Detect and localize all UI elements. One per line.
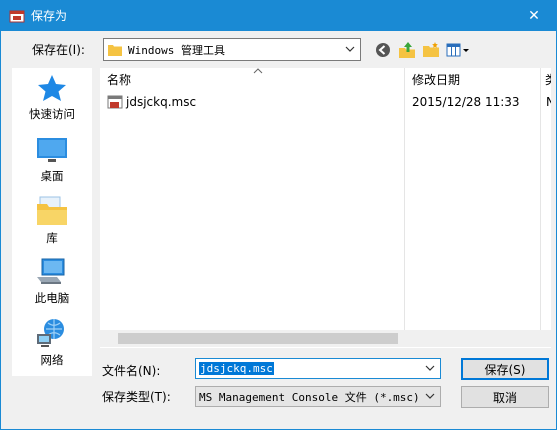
location-value: Windows 管理工具 (128, 43, 225, 57)
cancel-button-label: 取消 (492, 390, 517, 405)
save-button-label: 保存(S) (484, 362, 526, 377)
chevron-down-icon[interactable] (424, 362, 436, 374)
desktop-icon (37, 138, 67, 162)
library-icon (37, 196, 67, 225)
sidebar-item-label: 快速访问 (29, 107, 75, 121)
msc-app-icon (9, 10, 25, 22)
save-button[interactable]: 保存(S) (461, 358, 549, 380)
sidebar-item-label: 桌面 (40, 169, 64, 183)
new-folder-icon (423, 42, 439, 57)
sidebar-item-label: 此电脑 (34, 291, 70, 305)
view-menu-icon (446, 43, 469, 57)
sidebar-item-label: 网络 (40, 353, 64, 367)
sidebar-item-network[interactable]: 网络 (12, 318, 92, 374)
filetype-dropdown[interactable]: MS Management Console 文件 (*.msc) (195, 386, 441, 407)
sidebar-item-desktop[interactable]: 桌面 (12, 136, 92, 192)
scrollbar-thumb[interactable] (118, 333, 398, 344)
column-separator (540, 68, 541, 332)
column-header-type[interactable]: 类 (545, 68, 551, 90)
column-header-label: 名称 (107, 72, 132, 87)
column-header-label: 修改日期 (412, 72, 461, 87)
sidebar-item-this-pc[interactable]: 此电脑 (12, 258, 92, 314)
sidebar-item-label: 库 (46, 231, 58, 245)
back-icon (376, 43, 390, 57)
location-dropdown[interactable]: Windows 管理工具 (103, 38, 361, 61)
sort-ascending-icon (253, 68, 263, 74)
chevron-down-icon (345, 46, 355, 52)
this-pc-icon (37, 258, 65, 284)
back-button[interactable] (373, 40, 393, 60)
horizontal-scrollbar[interactable] (100, 330, 551, 347)
filename-value: jdsjckq.msc (199, 362, 274, 375)
up-folder-button[interactable] (397, 40, 417, 60)
file-modified: 2015/12/28 11:33 (412, 95, 520, 109)
filename-label: 文件名(N): (102, 364, 161, 378)
window-title: 保存为 (31, 9, 68, 23)
close-button[interactable]: ✕ (511, 0, 557, 31)
column-separator (404, 68, 405, 332)
file-row[interactable]: jdsjckq.msc (107, 92, 196, 112)
quick-access-star-icon (38, 75, 66, 101)
title-bar: 保存为 ✕ (0, 0, 557, 31)
column-header-label: 类 (545, 71, 551, 88)
close-icon: ✕ (528, 7, 540, 24)
places-sidebar: 快速访问 桌面 库 此电脑 网络 (12, 68, 92, 376)
filetype-value: MS Management Console 文件 (*.msc) (199, 390, 420, 404)
file-type: N (546, 95, 551, 109)
filetype-label: 保存类型(T): (102, 390, 171, 404)
sidebar-item-quick-access[interactable]: 快速访问 (12, 74, 92, 130)
up-folder-icon (399, 42, 415, 58)
msc-file-icon (107, 95, 123, 109)
column-header-name[interactable]: 名称 (107, 68, 406, 90)
network-icon (37, 319, 64, 347)
view-menu-button[interactable] (445, 40, 473, 60)
save-in-label: 保存在(I): (32, 43, 85, 57)
sidebar-item-library[interactable]: 库 (12, 196, 92, 252)
filename-input[interactable]: jdsjckq.msc (195, 358, 441, 379)
chevron-down-icon (425, 393, 435, 399)
new-folder-button[interactable] (421, 40, 441, 60)
file-name: jdsjckq.msc (126, 95, 197, 109)
folder-icon (108, 44, 122, 56)
column-header-modified[interactable]: 修改日期 (412, 68, 540, 90)
cancel-button[interactable]: 取消 (461, 386, 549, 408)
file-list: 名称 修改日期 类 jdsjckq.msc 2015/12/28 11:33 N (100, 68, 551, 348)
